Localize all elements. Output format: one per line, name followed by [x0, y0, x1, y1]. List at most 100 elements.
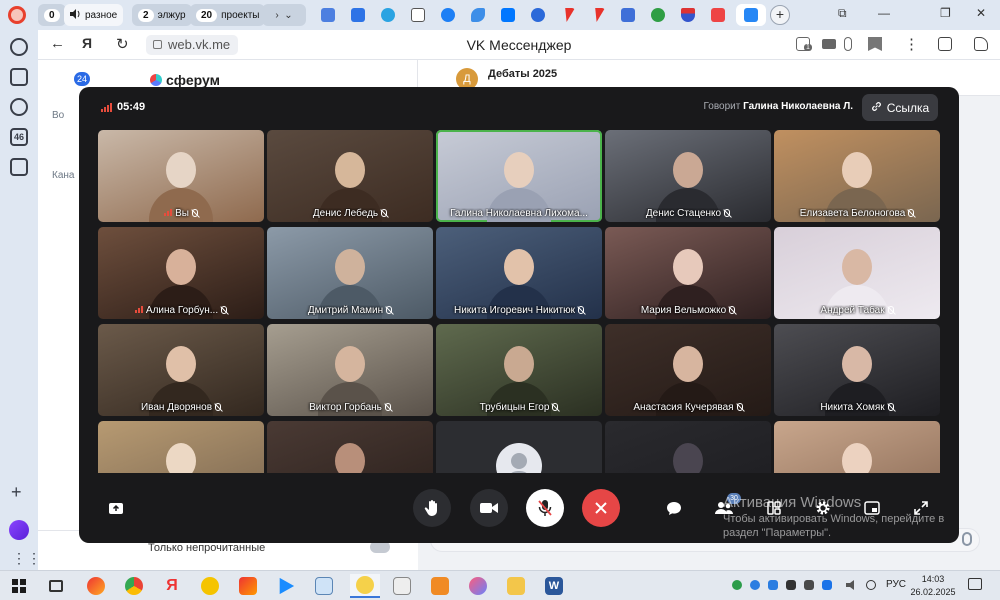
play-icon[interactable]: [10, 98, 28, 116]
participant-tile[interactable]: [267, 421, 433, 473]
microphone-toggle-button[interactable]: [526, 489, 564, 527]
participant-tile[interactable]: Виктор Горбань: [267, 324, 433, 416]
tab-blue-b[interactable]: [618, 5, 638, 25]
tray-app-icon[interactable]: [732, 580, 742, 590]
settings-button[interactable]: [814, 499, 832, 517]
extensions-icon[interactable]: [938, 37, 952, 51]
window-minimize-button[interactable]: —: [878, 6, 890, 20]
camera-button[interactable]: [470, 489, 508, 527]
windows-start-icon[interactable]: [12, 579, 26, 593]
new-tab-button[interactable]: +: [770, 5, 790, 25]
tab-vk[interactable]: [498, 5, 518, 25]
tab-manager-icon[interactable]: ⧉: [838, 6, 847, 21]
taskbar-clock[interactable]: 14:03 26.02.2025: [910, 573, 956, 599]
tab-green-gear[interactable]: [648, 5, 668, 25]
participant-tile[interactable]: Елизавета Белоногова: [774, 130, 940, 222]
voice-message-icon[interactable]: [962, 532, 972, 546]
participant-tile[interactable]: Трубицын Егор: [436, 324, 602, 416]
taskbar-word[interactable]: W: [542, 574, 566, 598]
tab-mail[interactable]: [348, 5, 368, 25]
participant-tile[interactable]: Никита Хомяк: [774, 324, 940, 416]
yandex-home-icon[interactable]: Я: [82, 35, 92, 51]
add-panel-icon[interactable]: +: [11, 482, 22, 503]
taskbar-app[interactable]: [390, 574, 414, 598]
participant-tile[interactable]: Андрей Табак: [774, 227, 940, 319]
tray-app-icon[interactable]: [822, 580, 832, 590]
layout-button[interactable]: [765, 499, 783, 517]
tray-app-icon[interactable]: [804, 580, 814, 590]
participant-tile[interactable]: [774, 421, 940, 473]
participant-tile[interactable]: Денис Стаценко: [605, 130, 771, 222]
taskbar-app[interactable]: [236, 574, 260, 598]
tab-f-app[interactable]: [528, 5, 548, 25]
tab-group-elzhur[interactable]: 2 элжур: [132, 4, 192, 26]
copy-link-button[interactable]: Ссылка: [862, 94, 938, 121]
participant-tile[interactable]: Никита Игоревич Никитюк: [436, 227, 602, 319]
tab-group-proekty[interactable]: 20 проекты: [190, 4, 266, 26]
url-field[interactable]: web.vk.me: [146, 35, 239, 55]
taskbar-itunes[interactable]: [466, 574, 490, 598]
volume-icon[interactable]: [846, 580, 854, 590]
tab-red-arrow[interactable]: [558, 5, 578, 25]
bookmark-icon[interactable]: [868, 37, 882, 51]
taskbar-app[interactable]: [198, 574, 222, 598]
screen-share-button[interactable]: [107, 499, 125, 517]
participant-tile[interactable]: [605, 421, 771, 473]
tab-docs[interactable]: [408, 5, 428, 25]
taskbar-notepad[interactable]: [312, 574, 336, 598]
chat-button[interactable]: [665, 499, 683, 517]
notification-center-icon[interactable]: [968, 578, 982, 590]
alice-assistant-icon[interactable]: [9, 520, 29, 540]
tray-app-icon[interactable]: [786, 580, 796, 590]
participant-tile[interactable]: Вы: [98, 130, 264, 222]
network-icon[interactable]: [866, 580, 876, 590]
tray-app-icon[interactable]: [750, 580, 760, 590]
end-call-button[interactable]: [582, 489, 620, 527]
taskbar-app[interactable]: [274, 574, 298, 598]
fullscreen-button[interactable]: [912, 499, 930, 517]
video-camera-icon[interactable]: [822, 39, 836, 49]
menu-kebab-icon[interactable]: ⋮: [904, 35, 919, 53]
camera-icon[interactable]: [10, 158, 28, 176]
tab-group-counter[interactable]: 0: [38, 4, 66, 26]
task-view-button[interactable]: [44, 574, 68, 598]
raise-hand-button[interactable]: [413, 489, 451, 527]
downloads-icon[interactable]: [974, 37, 988, 51]
taskbar-app[interactable]: [84, 574, 108, 598]
participant-tile[interactable]: Иван Дворянов: [98, 324, 264, 416]
participant-tile[interactable]: Дмитрий Мамин: [267, 227, 433, 319]
taskbar-yandex-browser-active[interactable]: [350, 574, 380, 598]
yandex-browser-logo-icon[interactable]: [8, 6, 26, 24]
notes-count-icon[interactable]: 46: [10, 128, 28, 146]
keyboard-language[interactable]: РУС: [886, 579, 906, 590]
reload-icon[interactable]: ↻: [116, 35, 129, 53]
tab-telegram[interactable]: [378, 5, 398, 25]
tab-red-arrow-2[interactable]: [588, 5, 608, 25]
participant-tile[interactable]: Денис Лебедь: [267, 130, 433, 222]
back-arrow-icon[interactable]: ←: [50, 35, 65, 52]
participant-tile[interactable]: Мария Вельможко: [605, 227, 771, 319]
participant-tile[interactable]: Анастасия Кучерявая: [605, 324, 771, 416]
tab-groups-more-button[interactable]: › ⌄: [262, 4, 306, 26]
history-clock-icon[interactable]: [10, 38, 28, 56]
participant-tile[interactable]: Алина Горбун...: [98, 227, 264, 319]
participant-tile[interactable]: Галина Николаевна Лихома...: [436, 130, 602, 222]
taskbar-yandex[interactable]: Я: [160, 574, 184, 598]
tab-red-s[interactable]: [708, 5, 728, 25]
window-restore-button[interactable]: ❐: [940, 6, 951, 20]
pip-button[interactable]: [863, 499, 881, 517]
taskbar-explorer[interactable]: [504, 574, 528, 598]
participant-tile[interactable]: [98, 421, 264, 473]
collections-icon[interactable]: [10, 68, 28, 86]
tab-shield[interactable]: [678, 5, 698, 25]
microphone-icon[interactable]: [844, 37, 852, 51]
tab-group-raznoe[interactable]: разное: [64, 4, 124, 26]
tray-app-icon[interactable]: [768, 580, 778, 590]
tab-blue-app[interactable]: [318, 5, 338, 25]
taskbar-chrome[interactable]: [122, 574, 146, 598]
chat-title[interactable]: Дебаты 2025: [488, 68, 557, 80]
participant-tile[interactable]: [436, 421, 602, 473]
tab-flow[interactable]: [468, 5, 488, 25]
taskbar-app[interactable]: [428, 574, 452, 598]
window-close-button[interactable]: ✕: [976, 6, 986, 20]
